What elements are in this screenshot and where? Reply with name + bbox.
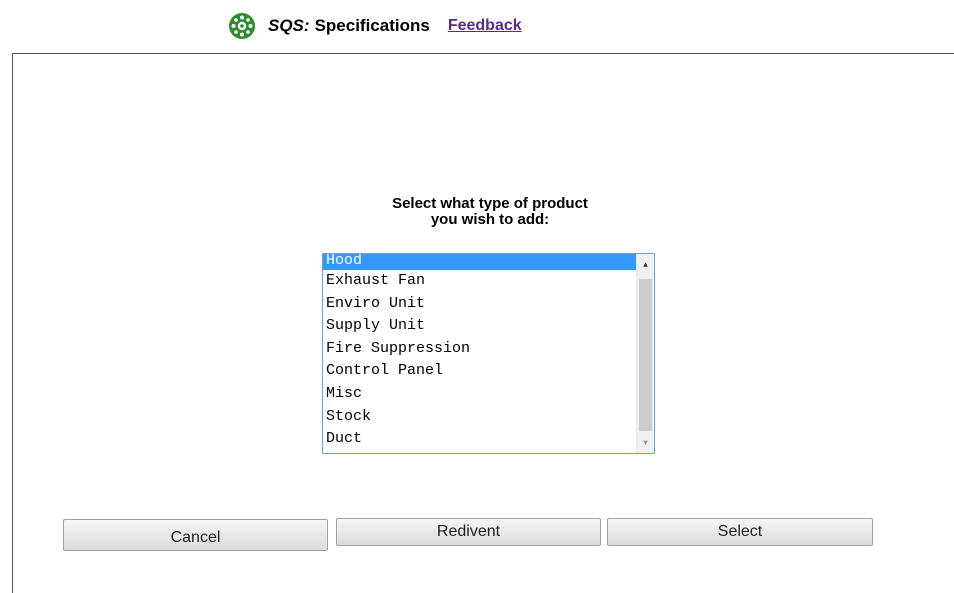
list-item-duct[interactable]: Duct: [323, 428, 636, 451]
header: SQS: Specifications Feedback: [228, 11, 522, 41]
list-item-control-panel[interactable]: Control Panel: [323, 360, 636, 383]
green-gear-logo-icon: [229, 13, 255, 39]
app-name: SQS:: [268, 16, 310, 35]
redivent-button[interactable]: Redivent: [336, 518, 601, 546]
scroll-down-arrow-icon[interactable]: ▼: [637, 435, 654, 452]
list-item-fire-suppression[interactable]: Fire Suppression: [323, 338, 636, 361]
prompt-line-1: Select what type of product: [392, 195, 588, 212]
list-item-hood[interactable]: Hood: [323, 254, 636, 270]
feedback-link[interactable]: Feedback: [448, 17, 522, 35]
list-item-misc[interactable]: Misc: [323, 383, 636, 406]
listbox-scrollbar[interactable]: ▲ ▼: [636, 254, 654, 453]
product-type-prompt: Select what type of product you wish to …: [0, 196, 954, 228]
list-item-enviro-unit[interactable]: Enviro Unit: [323, 293, 636, 316]
select-button[interactable]: Select: [607, 518, 873, 546]
list-item-supply-unit[interactable]: Supply Unit: [323, 315, 636, 338]
cancel-button[interactable]: Cancel: [63, 519, 328, 551]
scroll-up-arrow-icon[interactable]: ▲: [637, 257, 654, 274]
page-title: Specifications: [314, 16, 430, 35]
list-item-exhaust-fan[interactable]: Exhaust Fan: [323, 270, 636, 293]
scroll-thumb[interactable]: [639, 279, 652, 431]
list-item-stock[interactable]: Stock: [323, 406, 636, 429]
prompt-line-2: you wish to add:: [430, 211, 550, 228]
product-type-listbox[interactable]: Hood Exhaust Fan Enviro Unit Supply Unit…: [322, 253, 655, 454]
